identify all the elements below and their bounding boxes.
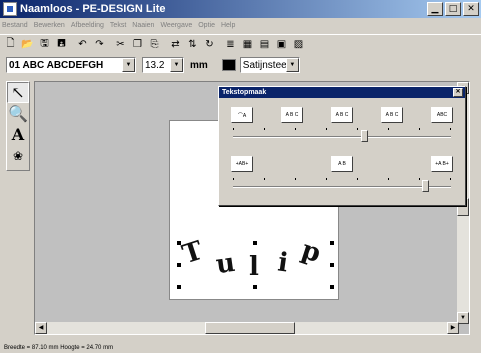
slider-ticks [233,128,451,131]
status-dimensions: Breedte = 87.10 mm Hoogte = 24.70 mm [4,345,114,351]
selection-handle[interactable] [177,241,181,245]
status-bar: Breedte = 87.10 mm Hoogte = 24.70 mm [0,344,481,353]
text-tool-icon[interactable]: A [7,124,29,145]
save-disk-icon[interactable]: 🖫 [36,37,53,53]
close-button[interactable]: ✕ [463,2,479,16]
undo-icon[interactable]: ↶ [74,37,91,53]
window-title: Naamloos - PE-DESIGN Lite [20,3,166,15]
menu-optie[interactable]: Optie [198,22,215,29]
app-window: Naamloos - PE-DESIGN Lite ▁ □ ✕ Bestand … [0,0,481,353]
chevron-down-icon[interactable]: ▼ [170,58,183,72]
text-layout-icon[interactable]: ≣ [222,37,239,53]
straight-label: A B C [335,112,349,118]
text-attributes-panel: Tekstopmaak ✕ ⌒A A B C A B C A B C ABC +… [218,86,466,206]
stitch-type-value: Satijnsteek [242,59,292,71]
slant-label: A B C [285,112,299,118]
scroll-right-icon[interactable]: ▶ [447,322,459,334]
width-slider-track[interactable] [233,186,451,188]
chevron-down-icon[interactable]: ▼ [285,58,299,72]
zoom-magnifier-icon[interactable]: 🔍 [7,103,29,124]
normal-width-label: A B [338,161,346,167]
text-toolbar: 01 ABC ABCDEFGH ▼ 13.2 ▼ mm Satijnsteek … [0,55,481,75]
minimize-button[interactable]: ▁ [427,2,443,16]
title-bar[interactable]: Naamloos - PE-DESIGN Lite ▁ □ ✕ [0,0,481,18]
copy-icon[interactable]: ❐ [129,37,146,53]
flip-icon[interactable]: ⇅ [184,37,201,53]
menu-bar: Bestand Bewerken Afbeelding Tekst Naaien… [0,18,481,33]
circle-label: ABC [436,112,448,118]
menu-bestand[interactable]: Bestand [2,22,28,29]
wave-label: A B C [385,112,399,118]
horizontal-scrollbar[interactable]: ◀ ▶ [35,322,459,334]
panel-close-icon[interactable]: ✕ [453,88,463,97]
selection-handle[interactable] [330,241,334,245]
selection-handle[interactable] [253,241,257,245]
font-select-value: 01 ABC ABCDEFGH [9,59,104,71]
expand-button[interactable]: +A B+ [431,156,453,172]
select-arrow-icon[interactable]: ↖ [7,82,29,103]
design-letter: u [214,247,237,281]
open-folder-icon[interactable]: 📂 [19,37,36,53]
horizontal-scroll-thumb[interactable] [205,322,295,334]
paste-icon[interactable]: ⎘ [146,37,163,53]
spacing-slider-thumb[interactable] [360,130,368,142]
selection-handle[interactable] [330,263,334,267]
redo-icon[interactable]: ↷ [91,37,108,53]
wave-button[interactable]: A B C [381,107,403,123]
tool-palette: ↖ 🔍 A ❀ [6,81,30,171]
preview-icon[interactable]: ▣ [273,37,290,53]
selection-handle[interactable] [330,285,334,289]
design-letter: l [249,252,259,282]
realistic-preview-icon[interactable]: ▨ [290,37,307,53]
slant-button[interactable]: A B C [281,107,303,123]
cut-icon[interactable]: ✂ [112,37,129,53]
chevron-down-icon[interactable]: ▼ [122,58,135,72]
menu-afbeelding[interactable]: Afbeelding [71,22,104,29]
window-controls: ▁ □ ✕ [425,2,479,16]
size-select-value: 13.2 [145,59,165,71]
main-toolbar: 🗋 📂 🖫 🖪 ↶ ↷ ✂ ❐ ⎘ ⇄ ⇅ ↻ ≣ ▦ ▤ ▣ ▨ [0,34,481,54]
straight-button[interactable]: A B C [331,107,353,123]
menu-tekst[interactable]: Tekst [110,22,126,29]
compress-label: +AB+ [235,161,249,167]
arc-up-label: ⌒A [237,112,247,119]
grid-icon[interactable]: ▦ [239,37,256,53]
selection-handle[interactable] [177,285,181,289]
stamp-tool-icon[interactable]: ❀ [7,145,29,166]
selection-handle[interactable] [177,263,181,267]
menu-naaien[interactable]: Naaien [132,22,154,29]
expand-label: +A B+ [435,161,449,167]
thread-color-swatch[interactable] [221,59,236,71]
scroll-left-icon[interactable]: ◀ [35,322,47,334]
design-page-icon[interactable]: ▤ [256,37,273,53]
stitch-type-select[interactable]: Satijnsteek ▼ [239,57,300,73]
app-icon[interactable] [3,2,17,16]
menu-help[interactable]: Help [221,22,235,29]
spacing-slider-track[interactable] [233,136,451,138]
rotate-icon[interactable]: ↻ [201,37,218,53]
arc-up-button[interactable]: ⌒A [231,107,253,123]
panel-title-bar[interactable]: Tekstopmaak ✕ [219,87,465,98]
font-select[interactable]: 01 ABC ABCDEFGH ▼ [6,57,136,73]
circle-button[interactable]: ABC [431,107,453,123]
menu-weergave[interactable]: Weergave [160,22,192,29]
normal-width-button[interactable]: A B [331,156,353,172]
unit-label: mm [190,59,208,71]
selection-handle[interactable] [253,285,257,289]
panel-title: Tekstopmaak [222,89,267,96]
compress-button[interactable]: +AB+ [231,156,253,172]
slider-ticks [233,178,451,181]
maximize-button[interactable]: □ [445,2,461,16]
menu-bewerken[interactable]: Bewerken [34,22,65,29]
size-select[interactable]: 13.2 ▼ [142,57,184,73]
save-as-icon[interactable]: 🖪 [53,37,70,53]
new-file-icon[interactable]: 🗋 [2,37,19,53]
width-slider-thumb[interactable] [421,180,429,192]
mirror-icon[interactable]: ⇄ [167,37,184,53]
